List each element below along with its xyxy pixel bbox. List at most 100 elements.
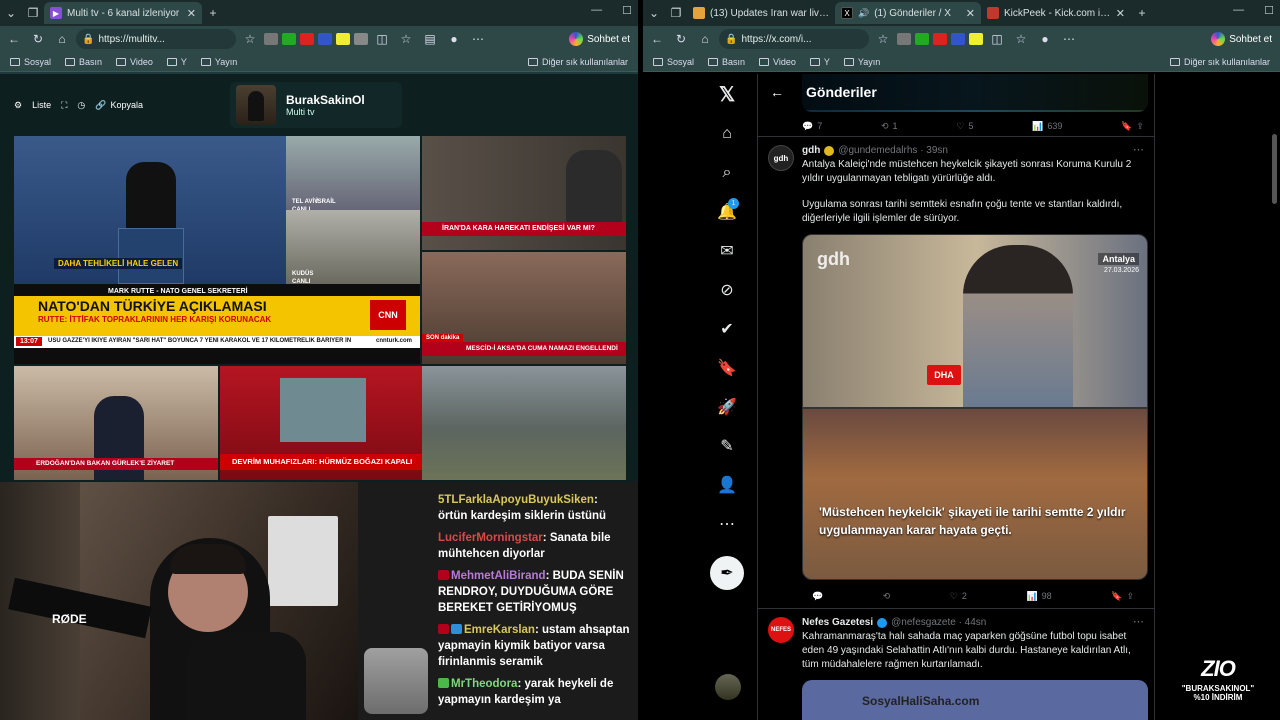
post-video[interactable]: gdh Antalya 27.03.2026 DHA 'Müstehcen he…	[802, 234, 1148, 580]
back-arrow-icon[interactable]: ←	[770, 84, 784, 100]
video-cell-ntv[interactable]: İRAN'DA KARA HAREKATI ENDİŞESİ VAR MI?	[422, 136, 626, 250]
author-name[interactable]: Nefes Gazetesi	[802, 617, 873, 628]
video-cell-cnnturk[interactable]: TEL AVİV İSRAİL CANLI KUDÜS CANLI DAHA T…	[14, 136, 420, 364]
settings-button[interactable]: ⚙	[14, 100, 22, 111]
extension-icon[interactable]	[951, 33, 965, 45]
home-icon[interactable]: ⌂	[715, 122, 739, 146]
bookmark-folder[interactable]: Yayın	[843, 57, 880, 67]
split-screen-icon[interactable]: ◫	[987, 29, 1007, 49]
extension-icon[interactable]	[933, 33, 947, 45]
video-cell-city[interactable]	[422, 366, 626, 480]
grok-icon[interactable]: ⊘	[715, 278, 739, 302]
profile-avatar-icon[interactable]: ●	[444, 29, 464, 49]
extension-icon[interactable]	[264, 33, 278, 45]
notifications-icon[interactable]: 🔔 1	[715, 198, 739, 224]
post-nefes[interactable]: NEFES ⋯ Nefes Gazetesi @nefesgazete · 44s…	[758, 608, 1154, 720]
history-button[interactable]: ◷	[77, 100, 85, 111]
home-icon[interactable]: ⌂	[52, 29, 72, 49]
account-avatar[interactable]	[715, 674, 741, 700]
tab-x-posts[interactable]: X 🔊 (1) Gönderiler / X ✕	[835, 2, 981, 24]
bookmark-icon[interactable]: 🔖	[1121, 121, 1132, 132]
x-logo-icon[interactable]: 𝕏	[715, 82, 739, 106]
tab-multitv[interactable]: ▶ Multi tv - 6 kanal izleniyor ✕	[44, 2, 202, 24]
bookmark-folder[interactable]: Video	[759, 57, 796, 67]
share-icon[interactable]: ⇪	[1126, 591, 1134, 602]
minimize-icon[interactable]: —	[1233, 4, 1244, 17]
extension-icon[interactable]	[282, 33, 296, 45]
chat-username[interactable]: MrTheodora	[451, 678, 517, 690]
bookmarks-icon[interactable]: 🔖	[715, 356, 739, 380]
tab-actions-icon[interactable]: ⌄	[0, 2, 22, 24]
compose-list-icon[interactable]: ✎	[715, 434, 739, 458]
extension-icon[interactable]	[300, 33, 314, 45]
tab-actions-icon[interactable]: ⌄	[643, 2, 665, 24]
copilot-chat-button[interactable]: Sohbet et	[1207, 32, 1276, 46]
copy-link-button[interactable]: 🔗 Kopyala	[95, 100, 143, 111]
workspaces-icon[interactable]: ❐	[665, 2, 687, 24]
bookmark-folder[interactable]: Video	[116, 57, 153, 67]
reply-button[interactable]: 💬	[812, 591, 823, 602]
tab-kickpeek[interactable]: KickPeek - Kick.com için Gerçe ✕	[981, 2, 1131, 24]
post-image[interactable]: SosyalHaliSaha.com	[802, 680, 1148, 720]
scrollbar-thumb[interactable]	[1272, 134, 1277, 204]
channel-card[interactable]: BurakSakinOl Multi tv	[230, 82, 402, 128]
favorites-icon[interactable]: ☆	[396, 29, 416, 49]
other-bookmarks[interactable]: Diğer sık kullanılanlar	[527, 57, 628, 67]
new-tab-icon[interactable]: +	[202, 2, 224, 24]
nefes-avatar[interactable]: NEFES	[768, 617, 794, 643]
bookmark-folder[interactable]: Basın	[65, 57, 102, 67]
extension-icon[interactable]	[318, 33, 332, 45]
back-icon[interactable]: ←	[647, 29, 667, 49]
chat-username[interactable]: EmreKarslan	[464, 624, 535, 636]
bookmark-folder[interactable]: Sosyal	[653, 57, 694, 67]
repost-button[interactable]: ⟲ 1	[881, 121, 898, 132]
search-icon[interactable]: ⌕	[715, 161, 739, 185]
maximize-icon[interactable]: ☐	[622, 4, 632, 17]
workspaces-icon[interactable]: ❐	[22, 2, 44, 24]
bookmark-folder[interactable]: Yayın	[200, 57, 237, 67]
bookmark-share-buttons[interactable]: 🔖 ⇪	[1121, 121, 1144, 132]
repost-button[interactable]: ⟲	[883, 591, 891, 602]
more-icon[interactable]: ⋯	[468, 29, 488, 49]
back-icon[interactable]: ←	[4, 29, 24, 49]
video-cell-hurmuz[interactable]: DEVRİM MUHAFIZLARI: HÜRMÜZ BOĞAZI KAPALI	[220, 366, 422, 480]
reply-button[interactable]: 💬 7	[802, 121, 822, 132]
address-bar[interactable]: 🔒 https://x.com/i...	[719, 29, 869, 49]
bookmark-share-buttons[interactable]: 🔖 ⇪	[1111, 591, 1134, 602]
bookmark-folder[interactable]: Y	[809, 57, 830, 67]
extension-icon[interactable]	[897, 33, 911, 45]
collections-icon[interactable]: ▤	[420, 29, 440, 49]
address-bar[interactable]: 🔒 https://multitv...	[76, 29, 236, 49]
list-button[interactable]: Liste	[32, 100, 51, 110]
profile-avatar-icon[interactable]: ●	[1035, 29, 1055, 49]
new-tab-icon[interactable]: +	[1131, 2, 1153, 24]
minimize-icon[interactable]: —	[591, 4, 602, 17]
favorite-star-icon[interactable]: ☆	[240, 29, 260, 49]
video-cell-prayer[interactable]: SON dakika MESCİD-İ AKSA'DA CUMA NAMAZI …	[422, 252, 626, 364]
more-options-icon[interactable]: ⋯	[1133, 615, 1144, 628]
more-icon[interactable]: ⋯	[1059, 29, 1079, 49]
favorites-icon[interactable]: ☆	[1011, 29, 1031, 49]
copilot-chat-button[interactable]: Sohbet et	[565, 32, 634, 46]
split-screen-icon[interactable]: ◫	[372, 29, 392, 49]
bookmark-icon[interactable]: 🔖	[1111, 591, 1122, 602]
like-button[interactable]: ♡ 5	[956, 121, 973, 132]
author-name[interactable]: gdh	[802, 145, 820, 156]
close-tab-icon[interactable]: ✕	[187, 7, 196, 20]
tab-iran-updates[interactable]: (13) Updates Iran war live: Tru	[687, 2, 835, 24]
verified-icon[interactable]: ✔	[715, 317, 739, 341]
like-button[interactable]: ♡ 2	[950, 591, 967, 602]
extension-icon[interactable]	[915, 33, 929, 45]
extension-icon[interactable]	[969, 33, 983, 45]
bookmark-folder[interactable]: Sosyal	[10, 57, 51, 67]
fullscreen-button[interactable]: ⛶	[61, 100, 67, 111]
audio-icon[interactable]: 🔊	[858, 8, 869, 19]
messages-icon[interactable]: ✉	[715, 239, 739, 263]
close-tab-icon[interactable]: ✕	[1116, 7, 1125, 20]
video-cell-haber[interactable]: ERDOĞAN'DAN BAKAN GÜRLEK'E ZİYARET	[14, 366, 218, 480]
home-icon[interactable]: ⌂	[695, 29, 715, 49]
chat-username[interactable]: MehmetAliBirand	[451, 570, 546, 582]
more-circle-icon[interactable]: ⋯	[715, 512, 739, 536]
bookmark-folder[interactable]: Basın	[708, 57, 745, 67]
gdh-avatar[interactable]: gdh	[768, 145, 794, 171]
